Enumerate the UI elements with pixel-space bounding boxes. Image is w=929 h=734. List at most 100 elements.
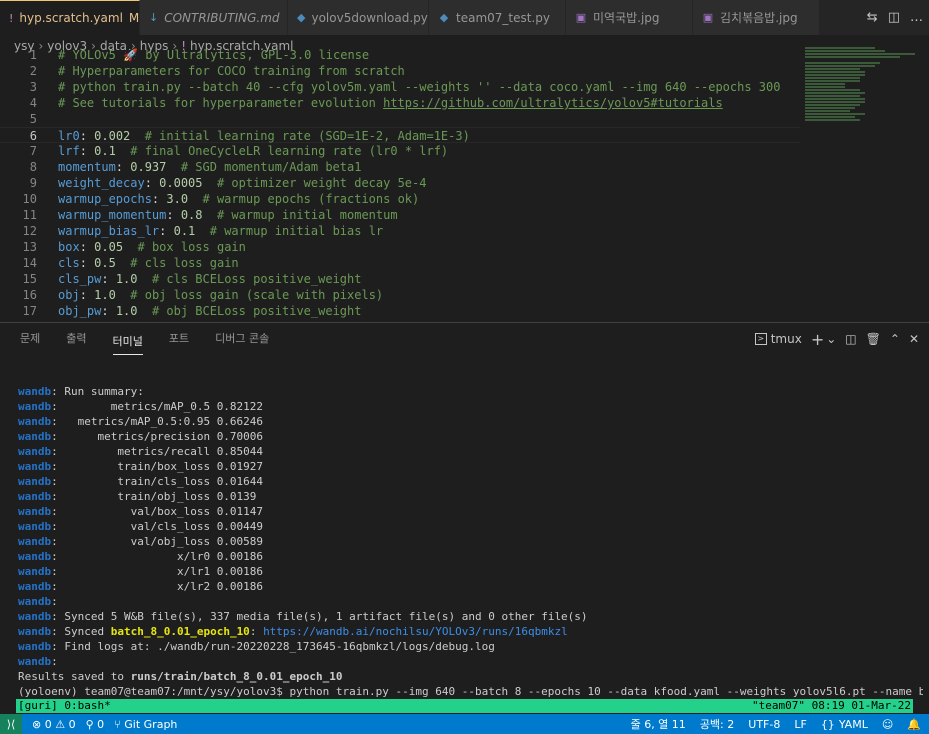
code-token[interactable]: https://github.com/ultralytics/yolov5#tu…: [383, 96, 723, 110]
minimap[interactable]: [805, 47, 920, 127]
code-token: weight_decay: [58, 176, 145, 190]
code-token: :: [115, 160, 131, 174]
split-editor-icon[interactable]: ◫: [888, 10, 900, 25]
remote-indicator-icon[interactable]: ⟩⟨: [0, 714, 22, 734]
notifications-icon[interactable]: 🔔: [907, 718, 921, 731]
code-line[interactable]: 11 warmup_momentum: 0.8 # warmup initial …: [0, 207, 800, 223]
encoding[interactable]: UTF-8: [748, 718, 780, 731]
code-line[interactable]: 3 # python train.py --batch 40 --cfg yolo…: [0, 79, 800, 95]
problems-status[interactable]: ⊗ 0 ⚠ 0: [32, 718, 76, 731]
terminal-text: (yoloenv) team07@team07:/mnt/ysy/yolov3$…: [18, 685, 923, 698]
code-line[interactable]: 8 momentum: 0.937 # SGD momentum/Adam bet…: [0, 159, 800, 175]
terminal-text: wandb: [18, 595, 52, 608]
code-line[interactable]: 2 # Hyperparameters for COCO training fro…: [0, 63, 800, 79]
indentation[interactable]: 공백: 2: [700, 716, 734, 732]
terminal-dropdown-icon[interactable]: ⌄: [826, 332, 836, 346]
file-type-icon: !: [9, 11, 14, 25]
code-token: obj_pw: [58, 304, 102, 318]
ports-status[interactable]: ⚲ 0: [86, 718, 105, 731]
code-line[interactable]: 13 box: 0.05 # box loss gain: [0, 239, 800, 255]
code-line[interactable]: 12 warmup_bias_lr: 0.1 # warmup initial b…: [0, 223, 800, 239]
terminal-text: wandb: [18, 400, 52, 413]
terminal-name[interactable]: tmux: [771, 332, 802, 346]
code-line[interactable]: 16 obj: 1.0 # obj loss gain (scale with p…: [0, 287, 800, 303]
file-type-icon: ▣: [575, 11, 587, 24]
code-text: lr0: 0.002 # initial learning rate (SGD=…: [58, 128, 470, 144]
terminal-text: : metrics/precision 0.70006: [51, 430, 264, 443]
line-number: 11: [22, 208, 37, 222]
cursor-position[interactable]: 줄 6, 열 11: [631, 716, 686, 732]
more-actions-icon[interactable]: …: [910, 10, 923, 25]
code-text: # YOLOv5 🚀 by Ultralytics, GPL-3.0 licen…: [58, 47, 369, 63]
terminal-text: wandb: [18, 430, 52, 443]
panel-tab[interactable]: 터미널: [112, 329, 143, 355]
line-number: 2: [29, 64, 37, 78]
code-line[interactable]: 7 lrf: 0.1 # final OneCycleLR learning ra…: [0, 143, 800, 159]
code-token: cls_pw: [58, 272, 102, 286]
terminal-text: batch_8_0.01_epoch_10: [110, 625, 250, 638]
code-line[interactable]: 10 warmup_epochs: 3.0 # warmup epochs (fr…: [0, 191, 800, 207]
terminal-line: wandb: x/lr1 0.00186: [18, 564, 923, 579]
editor-tab[interactable]: ▣ 미역국밥.jpg: [566, 0, 693, 35]
code-editor[interactable]: 1 # YOLOv5 🚀 by Ultralytics, GPL-3.0 lice…: [0, 47, 800, 322]
terminal-text: wandb: [18, 580, 52, 593]
code-line[interactable]: 17 obj_pw: 1.0 # obj BCELoss positive_wei…: [0, 303, 800, 319]
editor-tab[interactable]: ▣ 김치볶음밥.jpg: [693, 0, 820, 35]
code-token: :: [101, 304, 116, 318]
terminal-link[interactable]: https://wandb.ai/nochilsu/YOLOv3/runs/16…: [263, 625, 568, 638]
terminal-line: wandb: metrics/precision 0.70006: [18, 429, 923, 444]
warning-icon: ⚠: [55, 717, 66, 731]
code-line[interactable]: 9 weight_decay: 0.0005 # optimizer weight…: [0, 175, 800, 191]
terminal-line: wandb: val/obj_loss 0.00589: [18, 534, 923, 549]
editor-tab[interactable]: ◆ team07_test.py: [429, 0, 566, 35]
feedback-icon[interactable]: ☺: [882, 718, 893, 731]
terminal-output[interactable]: wandb: Run summary: wandb: metrics/mAP_0.…: [18, 369, 923, 714]
editor-tab[interactable]: !hyp.scratch.yamlM✕: [0, 0, 140, 35]
terminal-text: : metrics/mAP_0.5:0.95 0.66246: [51, 415, 264, 428]
panel-tab[interactable]: 포트: [169, 323, 189, 355]
terminal-text: :: [51, 655, 58, 668]
new-terminal-icon[interactable]: +: [811, 330, 824, 349]
git-graph-button[interactable]: ⑂ Git Graph: [114, 718, 177, 731]
code-line[interactable]: 6 lr0: 0.002 # initial learning rate (SGD…: [0, 127, 800, 143]
code-text: warmup_bias_lr: 0.1 # warmup initial bia…: [58, 223, 383, 239]
open-changes-icon[interactable]: ⇆: [867, 10, 878, 25]
code-text: cls_pw: 1.0 # cls BCELoss positive_weigh…: [58, 271, 361, 287]
end-of-line[interactable]: LF: [794, 718, 806, 731]
editor-tab[interactable]: ↓ CONTRIBUTING.md: [140, 0, 288, 35]
minimap-line: [805, 71, 865, 73]
tab-label: 김치볶음밥.jpg: [720, 11, 798, 25]
terminal-line: wandb: metrics/mAP_0.5:0.95 0.66246: [18, 414, 923, 429]
minimap-line: [805, 86, 845, 88]
code-text: momentum: 0.937 # SGD momentum/Adam beta…: [58, 159, 361, 175]
minimap-line: [805, 53, 915, 55]
editor-tab[interactable]: ◆yolov5download.pyU: [288, 0, 429, 35]
kill-terminal-icon[interactable]: 🗑: [866, 332, 881, 346]
code-line[interactable]: 14 cls: 0.5 # cls loss gain: [0, 255, 800, 271]
split-terminal-icon[interactable]: ◫: [845, 332, 856, 346]
line-number: 4: [29, 96, 37, 110]
terminal-line: wandb:: [18, 654, 923, 669]
code-token: # SGD momentum/Adam beta1: [166, 160, 362, 174]
code-line[interactable]: 5: [0, 111, 800, 127]
code-token: 0.05: [94, 240, 124, 254]
panel-tab[interactable]: 디버그 콘솔: [215, 323, 269, 355]
panel-tab[interactable]: 출력: [66, 323, 86, 355]
code-token: :: [151, 192, 167, 206]
code-text: warmup_momentum: 0.8 # warmup initial mo…: [58, 207, 398, 223]
panel-tab[interactable]: 문제: [20, 323, 40, 355]
minimap-line: [805, 77, 860, 79]
terminal-text: : val/obj_loss 0.00589: [51, 535, 264, 548]
minimap-line: [805, 104, 860, 106]
code-line[interactable]: 4 # See tutorials for hyperparameter evol…: [0, 95, 800, 111]
code-line[interactable]: 15 cls_pw: 1.0 # cls BCELoss positive_wei…: [0, 271, 800, 287]
code-line[interactable]: 1 # YOLOv5 🚀 by Ultralytics, GPL-3.0 lice…: [0, 47, 800, 63]
code-token: 1.0: [115, 272, 138, 286]
language-mode[interactable]: {} YAML: [821, 718, 868, 731]
terminal-text: wandb: [18, 550, 52, 563]
terminal-text: wandb: [18, 505, 52, 518]
code-token: 3.0: [166, 192, 189, 206]
close-panel-icon[interactable]: ✕: [909, 332, 919, 346]
maximize-panel-icon[interactable]: ⌃: [890, 332, 900, 346]
